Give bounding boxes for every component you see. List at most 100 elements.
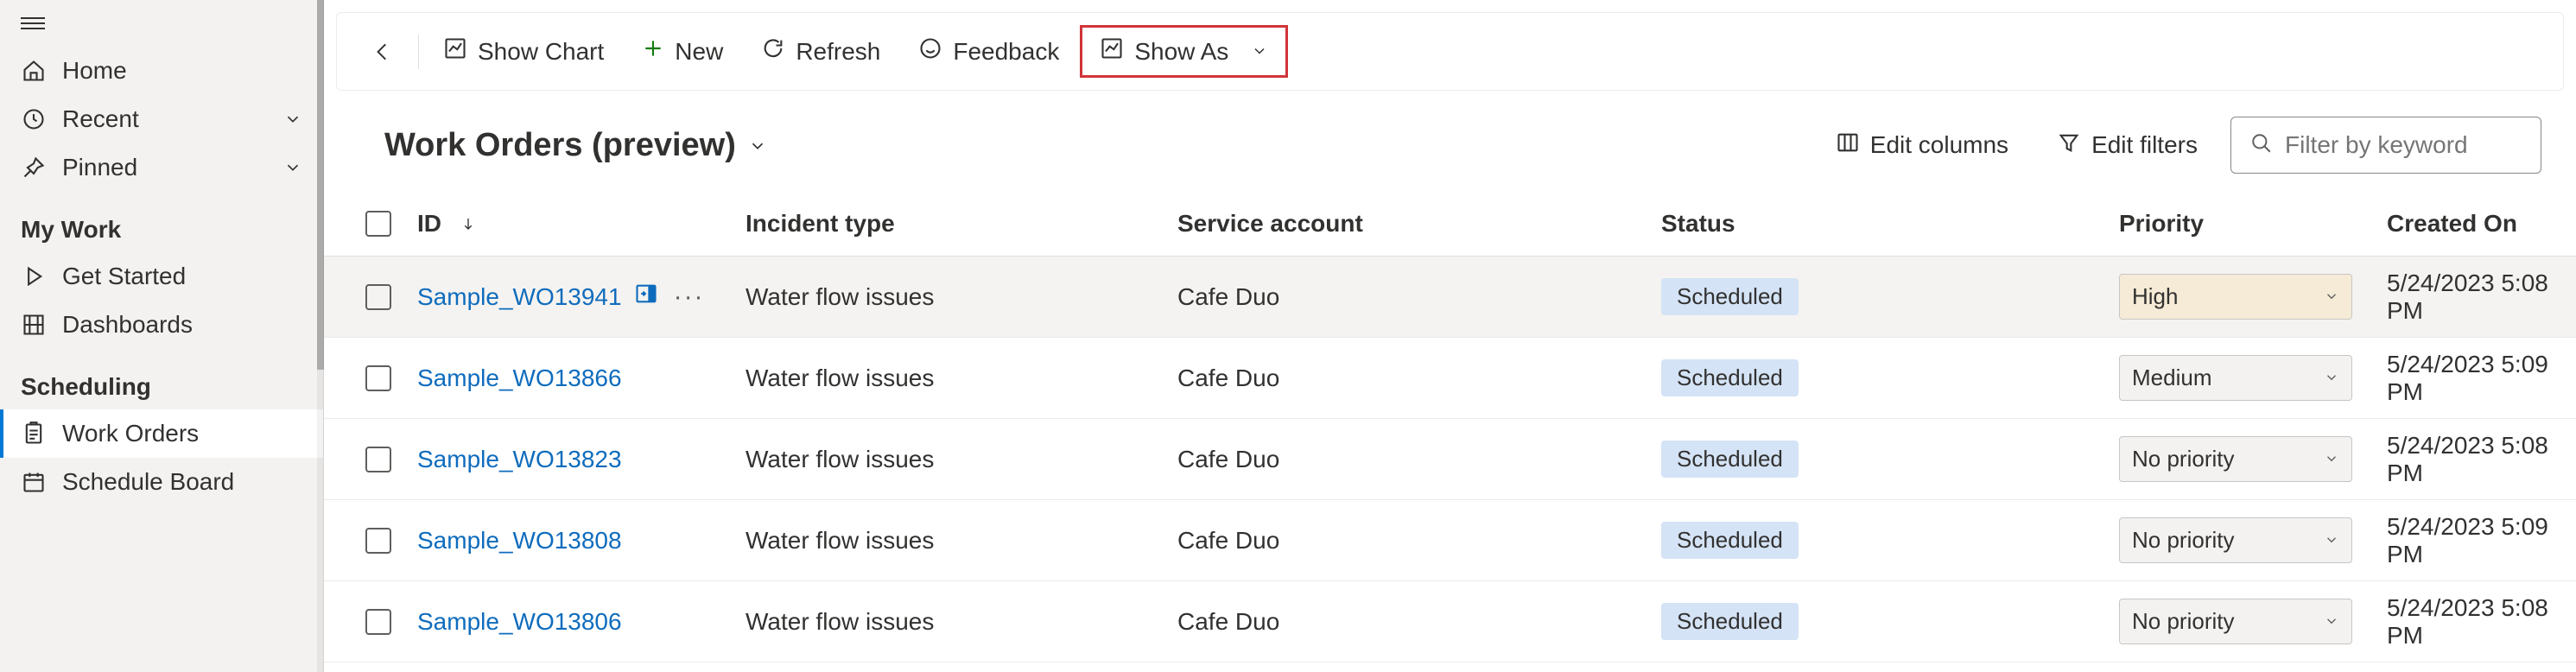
work-order-link[interactable]: Sample_WO13823: [417, 446, 622, 473]
column-header-status[interactable]: Status: [1661, 210, 2119, 238]
work-order-link[interactable]: Sample_WO13866: [417, 365, 622, 392]
filter-input[interactable]: [2285, 131, 2522, 159]
show-chart-button[interactable]: Show Chart: [426, 28, 621, 75]
column-label: Priority: [2119, 210, 2204, 237]
edit-columns-button[interactable]: Edit columns: [1820, 122, 2024, 169]
sidebar-item-work-orders[interactable]: Work Orders: [0, 409, 323, 458]
created-on-value: 5/24/2023 5:08 PM: [2387, 432, 2548, 486]
search-icon: [2250, 132, 2273, 159]
priority-select[interactable]: High: [2119, 274, 2352, 320]
table-row[interactable]: Sample_WO13866 Water flow issues Cafe Duo S…: [324, 338, 2576, 419]
priority-select[interactable]: No priority: [2119, 517, 2352, 563]
refresh-button[interactable]: Refresh: [744, 28, 898, 75]
sidebar-item-home[interactable]: Home: [0, 47, 323, 95]
chevron-down-icon: [2324, 527, 2339, 554]
column-header-id[interactable]: ID: [417, 210, 746, 238]
priority-value: No priority: [2132, 446, 2234, 472]
sidebar-item-recent[interactable]: Recent: [0, 95, 323, 143]
column-header-created-on[interactable]: Created On: [2387, 210, 2560, 238]
button-label: Show As: [1134, 38, 1228, 66]
priority-select[interactable]: No priority: [2119, 599, 2352, 644]
priority-select[interactable]: No priority: [2119, 436, 2352, 482]
created-on-value: 5/24/2023 5:09 PM: [2387, 513, 2548, 567]
feedback-button[interactable]: Feedback: [901, 28, 1076, 75]
chevron-down-icon: [2324, 446, 2339, 472]
show-as-highlight-box: Show As: [1080, 25, 1288, 78]
row-checkbox[interactable]: [365, 365, 391, 391]
back-button[interactable]: [354, 32, 411, 72]
clock-icon: [21, 106, 47, 132]
chevron-down-icon: [2324, 365, 2339, 391]
priority-value: No priority: [2132, 608, 2234, 635]
new-button[interactable]: New: [625, 29, 740, 74]
view-header: Work Orders (preview) Edit columns Edit …: [324, 91, 2576, 191]
work-order-link[interactable]: Sample_WO13806: [417, 608, 622, 636]
view-title-dropdown[interactable]: Work Orders (preview): [384, 127, 767, 164]
row-checkbox[interactable]: [365, 284, 391, 310]
chevron-down-icon: [748, 127, 767, 164]
column-header-service-account[interactable]: Service account: [1177, 210, 1661, 238]
incident-type-value: Water flow issues: [746, 446, 934, 472]
sidebar-item-dashboards[interactable]: Dashboards: [0, 301, 323, 349]
column-header-priority[interactable]: Priority: [2119, 210, 2387, 238]
button-label: Feedback: [953, 38, 1059, 66]
divider: [418, 35, 419, 69]
status-badge: Scheduled: [1661, 603, 1799, 640]
incident-type-value: Water flow issues: [746, 365, 934, 391]
calendar-icon: [21, 469, 47, 495]
table-row[interactable]: Sample_WO13823 Water flow issues Cafe Duo S…: [324, 419, 2576, 500]
chevron-down-icon: [280, 158, 306, 177]
edit-filters-button[interactable]: Edit filters: [2041, 122, 2213, 169]
sidebar-item-label: Pinned: [62, 154, 264, 181]
status-badge: Scheduled: [1661, 359, 1799, 396]
priority-value: High: [2132, 283, 2178, 310]
row-checkbox[interactable]: [365, 447, 391, 472]
pin-icon: [21, 155, 47, 181]
service-account-value: Cafe Duo: [1177, 365, 1279, 391]
work-order-link[interactable]: Sample_WO13808: [417, 527, 622, 555]
button-label: Edit columns: [1870, 131, 2008, 159]
button-label: Refresh: [796, 38, 880, 66]
sidebar-item-label: Dashboards: [62, 311, 306, 339]
sidebar: Home Recent Pinned My Work Get Started D…: [0, 0, 324, 672]
filter-input-container[interactable]: [2230, 117, 2541, 174]
filter-icon: [2057, 130, 2081, 161]
table-row[interactable]: Sample_WO13941···Water flow issuesCafe D…: [324, 257, 2576, 338]
dashboard-icon: [21, 312, 47, 338]
sidebar-item-pinned[interactable]: Pinned: [0, 143, 323, 192]
sidebar-item-label: Get Started: [62, 263, 306, 290]
open-side-pane-icon[interactable]: [634, 282, 658, 312]
work-order-link[interactable]: Sample_WO13941: [417, 283, 622, 311]
select-all-checkbox[interactable]: [365, 211, 391, 237]
button-label: Show Chart: [478, 38, 604, 66]
row-checkbox[interactable]: [365, 609, 391, 635]
chevron-down-icon: [1251, 38, 1268, 66]
smiley-icon: [918, 36, 942, 67]
service-account-value: Cafe Duo: [1177, 446, 1279, 472]
incident-type-value: Water flow issues: [746, 527, 934, 554]
sidebar-section-header: Scheduling: [0, 349, 323, 409]
column-header-incident-type[interactable]: Incident type: [746, 210, 1177, 238]
chevron-down-icon: [2324, 608, 2339, 635]
status-badge: Scheduled: [1661, 441, 1799, 478]
sidebar-item-label: Work Orders: [62, 420, 306, 447]
clipboard-icon: [21, 421, 47, 447]
incident-type-value: Water flow issues: [746, 608, 934, 635]
priority-value: No priority: [2132, 527, 2234, 554]
sidebar-item-label: Recent: [62, 105, 264, 133]
home-icon: [21, 58, 47, 84]
sidebar-item-get-started[interactable]: Get Started: [0, 252, 323, 301]
button-label: Edit filters: [2091, 131, 2198, 159]
column-label: ID: [417, 210, 441, 238]
sidebar-section-header: My Work: [0, 192, 323, 252]
show-as-button[interactable]: Show As: [1082, 28, 1285, 75]
more-icon[interactable]: ···: [674, 282, 705, 312]
row-checkbox[interactable]: [365, 528, 391, 554]
work-orders-table: ID Incident type Service account Status …: [324, 191, 2576, 672]
table-row[interactable]: Sample_WO13806Water flow issuesCafe DuoS…: [324, 581, 2576, 662]
column-label: Incident type: [746, 210, 895, 237]
sidebar-item-schedule-board[interactable]: Schedule Board: [0, 458, 323, 506]
table-row[interactable]: Sample_WO13808Water flow issuesCafe DuoS…: [324, 500, 2576, 581]
hamburger-menu-icon[interactable]: [21, 17, 45, 29]
priority-select[interactable]: Medium: [2119, 355, 2352, 401]
